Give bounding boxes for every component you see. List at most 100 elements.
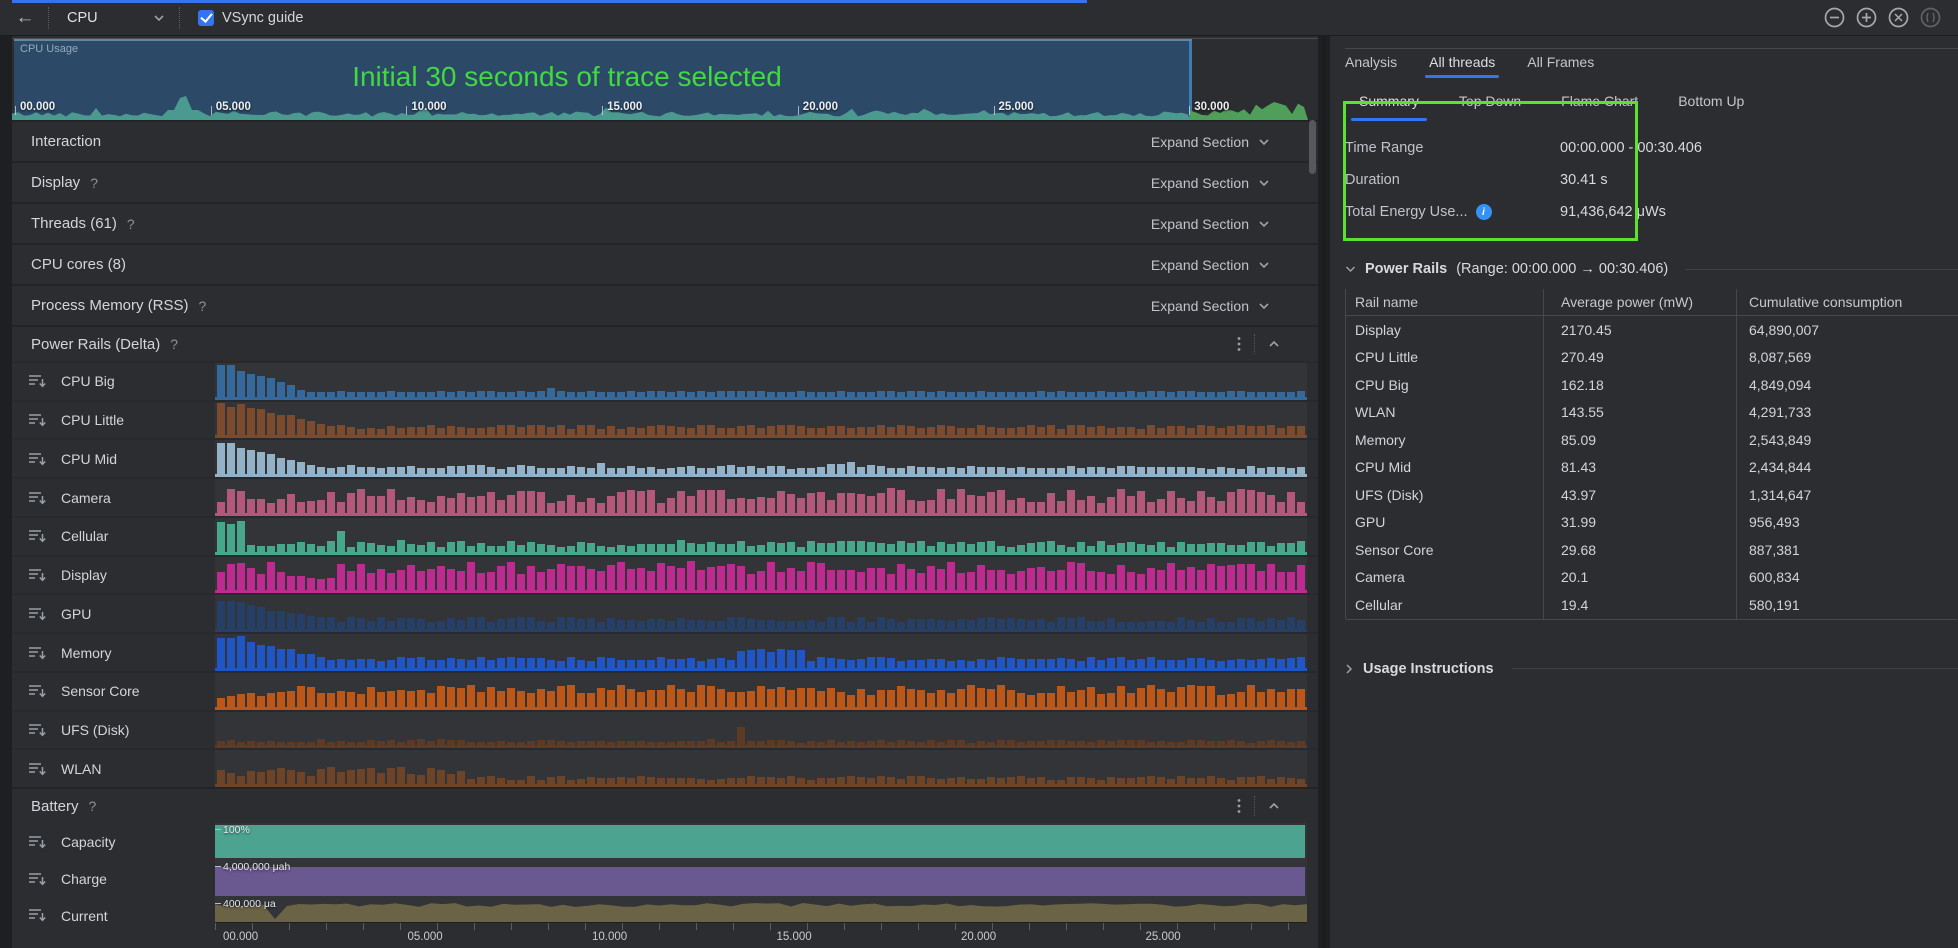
zoom-in-button[interactable] [1855,6,1878,29]
cpu-usage-minimap[interactable]: CPU Usage Initial 30 seconds of trace se… [12,38,1318,120]
rail-label[interactable]: Camera [12,479,215,516]
expand-section-button[interactable]: Expand Section [1151,175,1270,191]
rail-label[interactable]: Memory [12,634,215,671]
table-row-cpu-big[interactable]: CPU Big162.184,849,094 [1346,371,1958,399]
battery-chart-capacity[interactable]: 100% [215,823,1307,860]
vertical-scrollbar-thumb[interactable] [1309,120,1316,174]
section-row-process-memory-rss-[interactable]: Process Memory (RSS)?Expand Section [12,284,1318,325]
rail-chart-display[interactable] [215,557,1307,594]
rail-label[interactable]: UFS (Disk) [12,712,215,749]
rail-chart-cpu-mid[interactable] [215,440,1307,477]
column-header[interactable]: Rail name [1346,294,1543,310]
help-icon[interactable]: ? [90,175,98,191]
table-row-gpu[interactable]: GPU31.99956,493 [1346,509,1958,537]
section-row-threads-61-[interactable]: Threads (61)?Expand Section [12,202,1318,243]
table-row-cellular[interactable]: Cellular19.4580,191 [1346,591,1958,619]
battery-label-charge[interactable]: Charge [12,860,215,897]
section-row-cpu-cores-8-[interactable]: CPU cores (8)Expand Section [12,243,1318,284]
rail-label[interactable]: GPU [12,595,215,632]
minimize-track-icon[interactable] [29,872,46,886]
usage-instructions-row[interactable]: Usage Instructions [1345,661,1958,677]
battery-chart-charge[interactable]: 4,000,000 μah [215,860,1307,897]
minimize-track-icon[interactable] [29,413,46,427]
battery-label-current[interactable]: Current [12,897,215,948]
zoom-out-button[interactable] [1823,6,1846,29]
table-row-ufs-disk-[interactable]: UFS (Disk)43.971,314,647 [1346,481,1958,509]
minimize-track-icon[interactable] [29,684,46,698]
table-row-sensor-core[interactable]: Sensor Core29.68887,381 [1346,536,1958,564]
rail-chart-gpu[interactable] [215,595,1307,632]
power-rails-heading[interactable]: Power Rails (Range: 00:00.000 → 00:30.40… [1345,261,1958,277]
process-selector-dropdown[interactable]: CPU [55,5,173,31]
section-row-display[interactable]: Display?Expand Section [12,161,1318,202]
rail-chart-wlan[interactable] [215,750,1307,787]
battery-chart-current[interactable]: 00.00005.00010.00015.00020.00025.00030.0… [215,897,1307,948]
battery-label-capacity[interactable]: Capacity [12,823,215,860]
rail-chart-sensor-core[interactable] [215,673,1307,710]
battery-section-header[interactable]: Battery ? [12,787,1318,823]
zoom-to-selection-button[interactable] [1919,6,1942,29]
rail-label[interactable]: CPU Little [12,402,215,439]
minimize-track-icon[interactable] [29,374,46,388]
rail-chart-memory[interactable] [215,634,1307,671]
rail-label[interactable]: CPU Big [12,363,215,400]
help-icon[interactable]: ? [199,298,207,314]
column-header[interactable]: Cumulative consumption [1736,294,1958,310]
help-icon[interactable]: ? [170,336,178,352]
minimize-track-icon[interactable] [29,835,46,849]
back-button[interactable]: ← [8,4,42,32]
subtab-summary[interactable]: Summary [1357,81,1421,121]
rail-chart-cpu-little[interactable] [215,402,1307,439]
subtab-bottom-up[interactable]: Bottom Up [1676,81,1746,121]
info-icon[interactable]: i [1476,204,1492,220]
minimize-track-icon[interactable] [29,646,46,660]
table-row-camera[interactable]: Camera20.1600,834 [1346,564,1958,592]
rail-label[interactable]: WLAN [12,750,215,787]
table-row-memory[interactable]: Memory85.092,543,849 [1346,426,1958,454]
power-rails-section-header[interactable]: Power Rails (Delta) ? [12,325,1318,361]
kebab-menu-icon[interactable] [1237,798,1241,814]
tab-all-frames[interactable]: All Frames [1527,54,1594,78]
minimize-track-icon[interactable] [29,452,46,466]
rail-label[interactable]: Sensor Core [12,673,215,710]
table-row-cpu-little[interactable]: CPU Little270.498,087,569 [1346,344,1958,372]
rail-name: WLAN [61,761,101,777]
table-row-wlan[interactable]: WLAN143.554,291,733 [1346,399,1958,427]
minimize-track-icon[interactable] [29,762,46,776]
subtab-flame-chart[interactable]: Flame Chart [1559,81,1640,121]
reset-zoom-button[interactable] [1887,6,1910,29]
table-row-display[interactable]: Display2170.4564,890,007 [1346,316,1958,344]
table-row-cpu-mid[interactable]: CPU Mid81.432,434,844 [1346,454,1958,482]
rail-chart-cellular[interactable] [215,518,1307,555]
minimize-track-icon[interactable] [29,908,46,922]
vsync-guide-checkbox[interactable] [198,10,214,26]
panel-divider[interactable] [1322,36,1325,948]
collapse-section-icon[interactable] [1268,340,1280,348]
table-cell: 1,314,647 [1736,487,1958,503]
column-header[interactable]: Average power (mW) [1543,294,1736,310]
minimize-track-icon[interactable] [29,491,46,505]
tab-all-threads[interactable]: All threads [1429,54,1495,78]
expand-section-button[interactable]: Expand Section [1151,216,1270,232]
rail-chart-ufs-disk-[interactable] [215,712,1307,749]
expand-section-label: Expand Section [1151,216,1249,232]
rail-label[interactable]: Display [12,557,215,594]
minimize-track-icon[interactable] [29,529,46,543]
expand-section-button[interactable]: Expand Section [1151,298,1270,314]
help-icon[interactable]: ? [127,216,135,232]
kebab-menu-icon[interactable] [1237,336,1241,352]
rail-chart-cpu-big[interactable] [215,363,1307,400]
rail-chart-camera[interactable] [215,479,1307,516]
subtab-top-down[interactable]: Top Down [1457,81,1523,121]
tab-analysis[interactable]: Analysis [1345,54,1397,78]
rail-label[interactable]: Cellular [12,518,215,555]
collapse-section-icon[interactable] [1268,802,1280,810]
expand-section-button[interactable]: Expand Section [1151,134,1270,150]
rail-label[interactable]: CPU Mid [12,440,215,477]
minimize-track-icon[interactable] [29,723,46,737]
help-icon[interactable]: ? [89,798,97,814]
minimize-track-icon[interactable] [29,568,46,582]
section-row-interaction[interactable]: InteractionExpand Section [12,120,1318,161]
minimize-track-icon[interactable] [29,607,46,621]
expand-section-button[interactable]: Expand Section [1151,257,1270,273]
